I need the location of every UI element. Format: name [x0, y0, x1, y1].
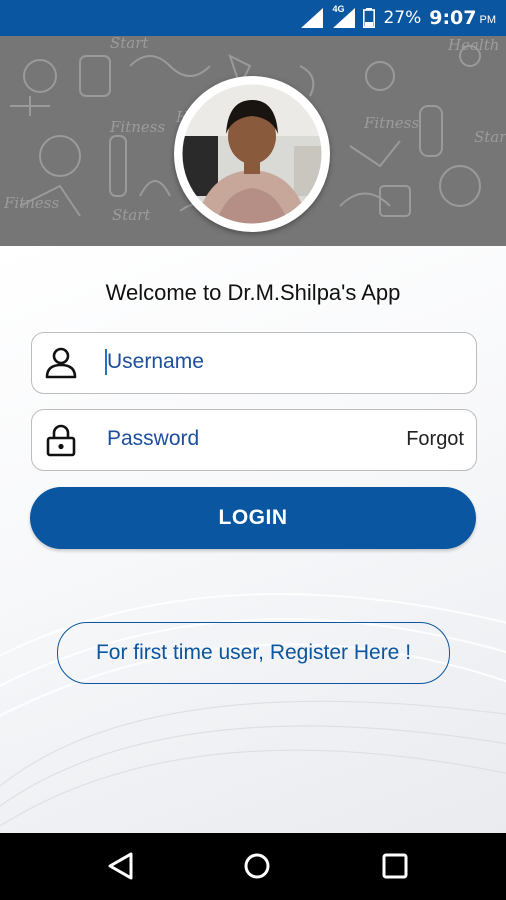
status-bar: 4G 27% 9:07 PM: [0, 0, 506, 36]
doodle-word: Start: [112, 206, 151, 224]
home-icon[interactable]: [242, 851, 272, 881]
user-icon: [45, 347, 77, 379]
profile-header: Start Fitness Health Start Fitness Start…: [0, 36, 506, 246]
clock-time: 9:07: [429, 7, 477, 29]
status-right: 4G 27% 9:07 PM: [301, 0, 496, 36]
register-button[interactable]: For first time user, Register Here !: [57, 622, 450, 684]
network-label: 4G: [331, 4, 356, 28]
recents-icon[interactable]: [380, 851, 410, 881]
doodle-word: Start: [474, 128, 506, 146]
clock-ampm: PM: [479, 14, 497, 26]
doodle-word: Health: [447, 36, 499, 54]
battery-icon: [363, 8, 376, 28]
doodle-word: Fitness: [109, 118, 165, 136]
doctor-avatar: [174, 76, 330, 232]
back-icon[interactable]: [106, 851, 136, 881]
username-placeholder: Username: [107, 350, 204, 373]
network-type: 4G: [331, 4, 346, 14]
lock-icon: [46, 424, 76, 457]
system-nav-bar: [0, 833, 506, 900]
doodle-word: Fitness: [363, 114, 419, 132]
doodle-word: Fitness: [3, 194, 59, 212]
password-field[interactable]: Password Forgot: [31, 409, 477, 471]
username-field[interactable]: Username: [31, 332, 477, 394]
login-panel: Welcome to Dr.M.Shilpa's App Username Pa…: [0, 246, 506, 833]
doodle-word: Start: [110, 36, 149, 52]
wifi-signal-icon: [301, 8, 324, 28]
forgot-password-link[interactable]: Forgot: [406, 428, 464, 451]
password-placeholder: Password: [107, 427, 200, 450]
battery-percent: 27%: [383, 8, 422, 28]
doctor-photo-icon: [177, 79, 327, 229]
login-button[interactable]: LOGIN: [30, 487, 476, 549]
welcome-title: Welcome to Dr.M.Shilpa's App: [105, 280, 401, 305]
